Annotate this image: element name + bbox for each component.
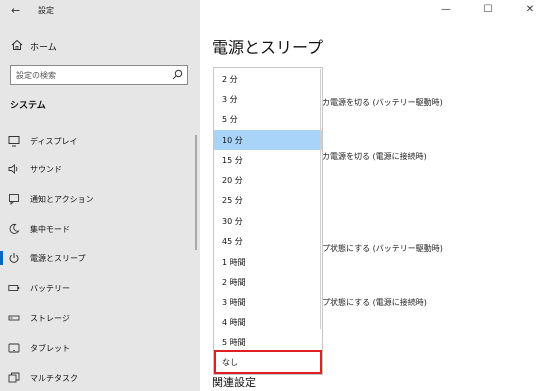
window-controls: — ☐ ✕ (430, 0, 550, 20)
sidebar-item-home[interactable]: ホーム (0, 36, 200, 56)
dropdown-option-label: 45 分 (222, 237, 243, 246)
dropdown-option-selected[interactable]: 10 分 (214, 130, 322, 150)
dropdown-option-label: 25 分 (222, 196, 243, 205)
sidebar-item-label: 集中モード (30, 225, 70, 234)
search-input[interactable] (11, 66, 167, 84)
dropdown-option[interactable]: 20 分 (214, 170, 322, 190)
display-icon (8, 136, 20, 147)
storage-icon (8, 315, 20, 321)
setting-label-sleep-plugged: プ状態にする (電源に接続時) (322, 298, 427, 307)
sidebar-item-tablet[interactable]: タブレット (0, 337, 196, 359)
setting-label-screen-battery: カ電源を切る (バッテリー駆動時) (322, 98, 443, 107)
dropdown-option-label: なし (222, 358, 238, 367)
sidebar-item-label: バッテリー (30, 284, 70, 293)
dropdown-option[interactable]: 2 分 (214, 69, 322, 89)
speaker-icon (8, 164, 18, 174)
title-bar: ← 設定 (0, 0, 200, 22)
sidebar-item-label: ディスプレイ (30, 137, 78, 146)
sidebar-item-label: ストレージ (30, 314, 70, 323)
timeout-dropdown-list[interactable]: 2 分 3 分 5 分 10 分 15 分 20 分 25 分 30 分 45 … (213, 67, 323, 375)
dropdown-scrollbar[interactable] (320, 69, 321, 329)
maximize-button[interactable]: ☐ (474, 2, 502, 18)
sidebar-item-label: 通知とアクション (30, 195, 94, 204)
dropdown-option-label: 3 分 (222, 95, 238, 104)
close-button[interactable]: ✕ (516, 2, 544, 18)
sidebar-item-label: サウンド (30, 165, 62, 174)
sidebar-item-notifications[interactable]: 通知とアクション (0, 188, 196, 210)
sidebar-item-multitasking[interactable]: マルチタスク (0, 367, 196, 389)
setting-label-sleep-battery: プ状態にする (バッテリー駆動時) (322, 244, 443, 253)
dropdown-option[interactable]: 1 時間 (214, 252, 322, 272)
dropdown-option[interactable]: 2 時間 (214, 272, 322, 292)
dropdown-option-label: 5 時間 (222, 338, 246, 347)
search-icon[interactable] (172, 69, 183, 80)
section-title: システム (10, 101, 46, 111)
sidebar-item-label: タブレット (30, 344, 70, 353)
dropdown-option[interactable]: 5 分 (214, 109, 322, 129)
sidebar-scrollbar[interactable] (195, 135, 197, 250)
dropdown-option[interactable]: 5 時間 (214, 332, 322, 352)
dropdown-option[interactable]: 15 分 (214, 150, 322, 170)
sidebar-item-display[interactable]: ディスプレイ (0, 130, 196, 152)
home-icon (11, 39, 23, 50)
tablet-icon (8, 343, 20, 353)
dropdown-option-label: 2 分 (222, 75, 238, 84)
dropdown-option-label: 2 時間 (222, 278, 246, 287)
setting-label-screen-plugged: カ電源を切る (電源に接続時) (322, 152, 427, 161)
dropdown-option-label: 15 分 (222, 156, 243, 165)
sidebar-item-power-sleep[interactable]: 電源とスリープ (0, 247, 196, 269)
related-settings-title: 関連設定 (212, 376, 256, 389)
app-title: 設定 (38, 6, 54, 15)
dropdown-option-label: 20 分 (222, 176, 243, 185)
dropdown-option[interactable]: 45 分 (214, 231, 322, 251)
multitask-icon (8, 372, 20, 383)
sidebar-item-battery[interactable]: バッテリー (0, 277, 196, 299)
dropdown-option-none[interactable]: なし (214, 350, 322, 374)
page-title: 電源とスリープ (212, 38, 324, 57)
battery-icon (8, 285, 20, 291)
dropdown-option[interactable]: 3 分 (214, 89, 322, 109)
sidebar-item-label: 電源とスリープ (30, 254, 86, 263)
sidebar: ← 設定 ホーム システム ディスプレイ サウンド (0, 0, 200, 391)
minimize-button[interactable]: — (432, 2, 460, 18)
dropdown-option-label: 10 分 (222, 136, 243, 145)
dropdown-option[interactable]: 30 分 (214, 211, 322, 231)
moon-icon (9, 223, 20, 234)
sidebar-item-label: マルチタスク (30, 374, 78, 383)
sidebar-item-focus[interactable]: 集中モード (0, 218, 196, 240)
dropdown-option-label: 30 分 (222, 217, 243, 226)
sidebar-item-storage[interactable]: ストレージ (0, 307, 196, 329)
dropdown-option[interactable]: 3 時間 (214, 292, 322, 312)
dropdown-option-label: 5 分 (222, 115, 238, 124)
dropdown-option[interactable]: 25 分 (214, 190, 322, 210)
dropdown-option-label: 3 時間 (222, 298, 246, 307)
back-arrow-icon[interactable]: ← (11, 4, 20, 17)
notification-icon (9, 194, 19, 205)
power-icon (9, 253, 19, 263)
search-box[interactable] (10, 65, 188, 85)
sidebar-item-sound[interactable]: サウンド (0, 158, 196, 180)
home-label: ホーム (30, 43, 57, 53)
dropdown-option-label: 4 時間 (222, 318, 246, 327)
dropdown-option-label: 1 時間 (222, 258, 246, 267)
dropdown-option[interactable]: 4 時間 (214, 312, 322, 332)
